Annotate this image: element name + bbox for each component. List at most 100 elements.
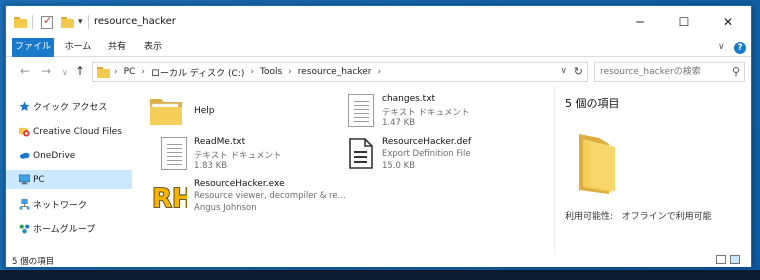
sidebar-item-homegroup[interactable]: ホームグループ [6, 219, 132, 238]
file-type: Export Definition File [382, 149, 471, 159]
sidebar-item-label: クイック アクセス [33, 103, 108, 113]
sidebar-item-network[interactable]: ネットワーク [6, 195, 132, 214]
sidebar-item-label: ネットワーク [33, 201, 88, 211]
refresh-icon[interactable]: ↻ [574, 65, 583, 78]
definition-file-icon [349, 138, 373, 169]
details-pane: 5 個の項目 利用可能性: オフラインで利用可能 [554, 85, 751, 253]
sidebar-item-label: ホームグループ [33, 225, 96, 235]
properties-icon [41, 14, 53, 29]
item-count: 5 個の項目 [12, 257, 55, 267]
file-type: テキスト ドキュメント [382, 108, 470, 118]
taskbar [0, 270, 760, 280]
help-icon[interactable]: ? [734, 42, 746, 54]
network-icon [19, 199, 30, 210]
file-type: テキスト ドキュメント [194, 151, 282, 161]
sidebar-item-label: PC [33, 174, 45, 185]
file-type: Resource viewer, decompiler & re... [194, 191, 346, 201]
breadcrumb-resource-hacker[interactable]: resource_hacker [298, 67, 372, 77]
maximize-icon: ☐ [678, 15, 690, 29]
toolbar-divider [32, 15, 33, 29]
new-folder-button[interactable] [61, 14, 74, 30]
title-divider [88, 15, 89, 29]
computer-icon [19, 174, 30, 185]
dropdown-arrow-icon: ▾ [78, 17, 83, 27]
status-bar: 5 個の項目 [6, 253, 751, 267]
up-icon[interactable]: ↑ [75, 64, 85, 78]
homegroup-icon [19, 224, 30, 234]
minimize-button[interactable]: ─ [618, 6, 662, 38]
file-item-resourcehacker-def[interactable]: ResourceHacker.def Export Definition Fil… [344, 134, 544, 178]
window-title: resource_hacker [94, 16, 176, 27]
sidebar-item-label: OneDrive [33, 150, 76, 161]
chevron-right-icon[interactable]: › [250, 67, 254, 77]
file-name: ResourceHacker.def [382, 137, 472, 147]
file-item-changes[interactable]: changes.txt テキスト ドキュメント 1.47 KB [344, 91, 544, 135]
file-name: ReadMe.txt [194, 137, 246, 147]
address-folder-icon [97, 66, 110, 78]
file-name: Help [194, 106, 215, 116]
resource-hacker-icon-text: RH [152, 184, 187, 213]
chevron-right-icon[interactable]: › [141, 67, 145, 77]
recent-locations-icon[interactable]: ∨ [62, 66, 68, 80]
quick-access-toolbar [14, 14, 27, 30]
navigation-pane: クイック アクセス Creative Cloud Files OneDrive [6, 85, 132, 253]
forward-icon[interactable]: → [41, 64, 51, 78]
file-author: Angus Johnson [194, 203, 257, 213]
explorer-window: ▾ resource_hacker ─ ☐ ✕ ファイル ホーム 共有 表示 ∨… [5, 5, 752, 267]
search-box[interactable]: ⚲ [594, 62, 745, 82]
file-name: changes.txt [382, 94, 436, 104]
address-history-icon[interactable]: ∨ [560, 66, 567, 76]
back-icon[interactable]: ← [20, 64, 30, 78]
large-icons-view-icon[interactable] [730, 255, 740, 264]
folder-icon [579, 134, 615, 194]
navigation-bar: ← → ∨ ↑ › PC › ローカル ディスク (C:) › Tools › … [6, 57, 751, 85]
file-list: Help changes.txt テキスト ドキュメント 1.47 KB Rea… [139, 85, 547, 253]
star-icon [19, 101, 30, 112]
sidebar-item-label: Creative Cloud Files [33, 126, 122, 137]
title-bar: ▾ resource_hacker ─ ☐ ✕ [6, 6, 751, 38]
new-folder-icon [61, 16, 74, 28]
sidebar-item-quick-access[interactable]: クイック アクセス [6, 97, 132, 116]
ribbon-tabs: ファイル ホーム 共有 表示 ∨ ? [6, 38, 751, 82]
file-size: 15.0 KB [382, 161, 416, 171]
maximize-button[interactable]: ☐ [662, 6, 706, 38]
text-document-icon [348, 94, 374, 127]
file-name: ResourceHacker.exe [194, 179, 285, 189]
tab-view[interactable]: 表示 [138, 38, 168, 57]
breadcrumb-pc[interactable]: PC [124, 67, 136, 77]
close-icon: ✕ [722, 15, 734, 29]
folder-icon [14, 16, 27, 28]
properties-button[interactable] [41, 14, 53, 30]
sidebar-item-creative-cloud[interactable]: Creative Cloud Files [6, 122, 132, 141]
folder-icon [150, 99, 182, 125]
resource-hacker-icon: RH [151, 183, 187, 213]
tab-share[interactable]: 共有 [102, 38, 132, 57]
file-size: 1.83 KB [194, 161, 228, 171]
availability-status: 利用可能性: オフラインで利用可能 [565, 209, 712, 222]
minimize-icon: ─ [636, 15, 644, 29]
sidebar-item-onedrive[interactable]: OneDrive [6, 146, 132, 165]
file-item-resourcehacker-exe[interactable]: RH ResourceHacker.exe Resource viewer, d… [151, 177, 351, 221]
address-bar[interactable]: › PC › ローカル ディスク (C:) › Tools › resource… [92, 62, 588, 82]
file-item-readme[interactable]: ReadMe.txt テキスト ドキュメント 1.83 KB [157, 134, 337, 178]
details-title: 5 個の項目 [565, 97, 620, 110]
cloud-icon [19, 152, 30, 159]
chevron-right-icon[interactable]: › [114, 67, 118, 77]
breadcrumb-tools[interactable]: Tools [260, 67, 282, 77]
customize-toolbar-button[interactable]: ▾ [78, 14, 83, 30]
file-size: 1.47 KB [382, 118, 416, 128]
close-button[interactable]: ✕ [706, 6, 750, 38]
creative-cloud-icon [19, 127, 30, 137]
file-item-help[interactable]: Help [149, 91, 339, 135]
search-icon[interactable]: ⚲ [732, 65, 740, 78]
availability-label: 利用可能性: [565, 212, 614, 222]
availability-value: オフラインで利用可能 [621, 212, 712, 222]
expand-ribbon-icon[interactable]: ∨ [718, 42, 725, 52]
chevron-right-icon[interactable]: › [288, 67, 292, 77]
chevron-right-icon[interactable]: › [378, 67, 382, 77]
sidebar-item-pc[interactable]: PC [6, 170, 132, 189]
search-input[interactable] [595, 63, 720, 81]
tab-home[interactable]: ホーム [58, 38, 98, 57]
breadcrumb-local-disk[interactable]: ローカル ディスク (C:) [151, 66, 244, 79]
details-view-icon[interactable] [716, 255, 726, 264]
